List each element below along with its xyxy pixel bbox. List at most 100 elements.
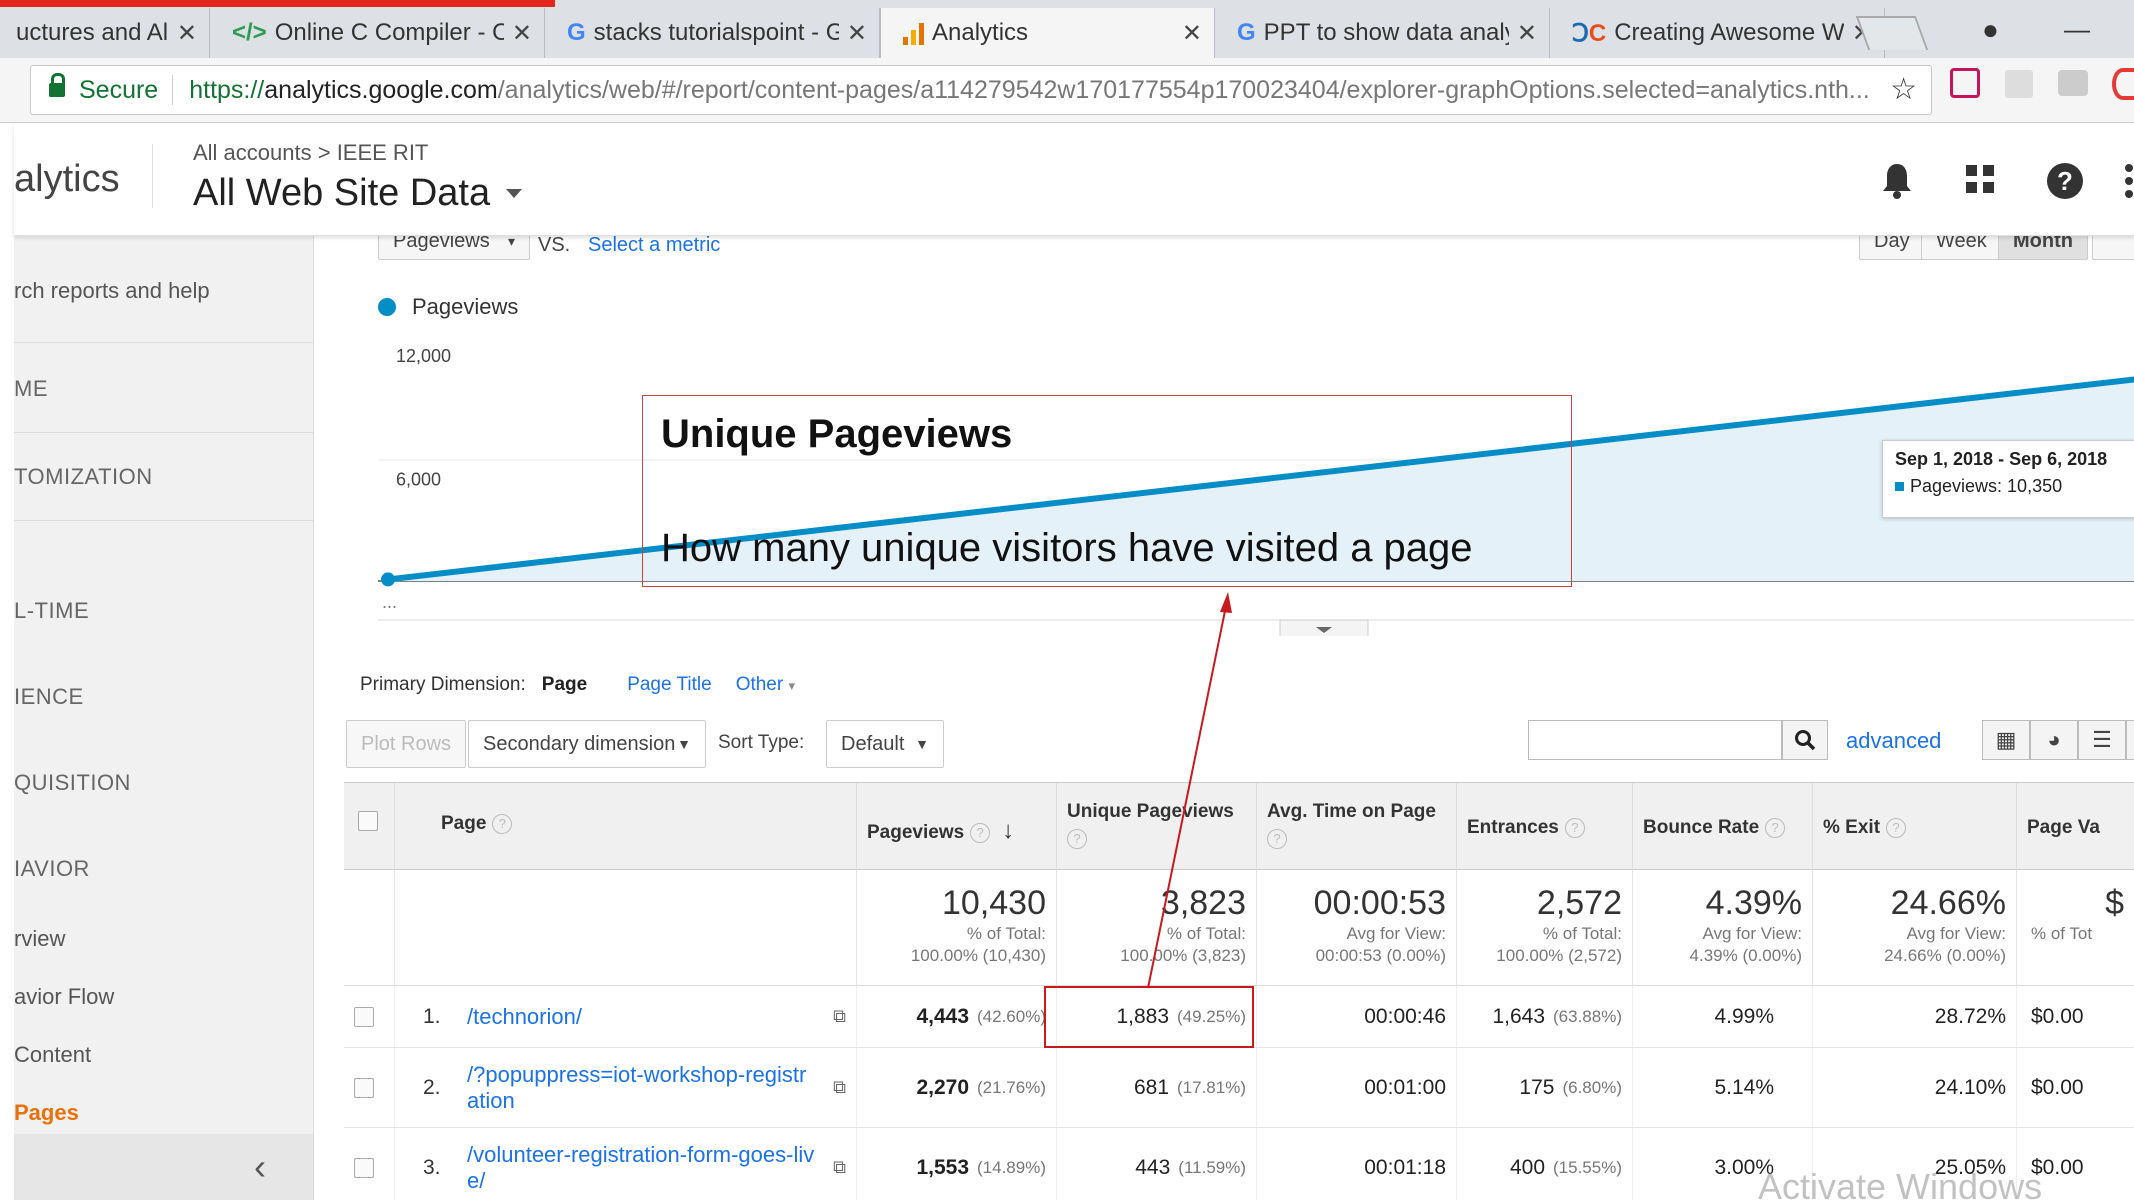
total-detail: 100.00% (10,430) [910,946,1046,965]
more-vert-icon[interactable] [2124,164,2134,207]
pie-view-icon[interactable]: ◕ [2030,720,2078,760]
sidebar-item-realtime[interactable]: L-TIME [14,598,313,624]
plot-rows-button[interactable]: Plot Rows [346,720,467,768]
activate-windows-watermark: Activate Windows [1758,1166,2043,1200]
row-checkbox[interactable] [344,1048,394,1127]
dimension-page-title[interactable]: Page Title [627,674,712,696]
sort-type-label: Sort Type: [718,732,805,753]
new-tab-button[interactable] [1855,16,1929,50]
page-link[interactable]: /volunteer-registration-form-goes-live/ [467,1142,815,1194]
checkbox[interactable] [354,1157,374,1178]
bookmark-star-icon[interactable]: ☆ [1890,72,1917,107]
checkbox[interactable] [354,1077,374,1098]
browser-tab-strip: uctures and Alg ✕ </> Online C Compiler … [0,0,2134,58]
sidebar-item-home[interactable]: ME [14,376,313,402]
pivot-view-icon[interactable]: ⊥ [2126,720,2134,760]
checkbox[interactable] [354,1006,374,1027]
address-bar[interactable]: Secure https:// analytics.google.com /an… [30,65,1932,115]
advanced-filter-link[interactable]: advanced [1846,728,1941,754]
tab-stacks-tutorialspoint[interactable]: G stacks tutorialspoint - G ✕ [545,8,880,58]
tab-analytics[interactable]: Analytics ✕ [880,8,1215,58]
sidebar-item-overview[interactable]: rview [14,926,313,952]
col-header-page-value[interactable]: Page Va [2016,783,2134,871]
sidebar-item-customization[interactable]: TOMIZATION [14,464,313,490]
sort-type-select[interactable]: Default ▼ [826,720,944,768]
close-icon[interactable]: ✕ [1517,19,1537,48]
printer-extension-icon[interactable] [2058,70,2088,96]
tab-label: Creating Awesome Web [1614,19,1844,46]
checkbox[interactable] [358,811,378,831]
cell-percent: (14.89%) [977,1157,1046,1177]
sidebar-collapse-button[interactable]: ‹ [14,1134,313,1200]
brand-name[interactable]: alytics [14,158,120,201]
sidebar-item-behavior[interactable]: IAVIOR [14,856,313,882]
tab-data-structures[interactable]: uctures and Alg ✕ [0,8,210,58]
help-icon: ? [1564,817,1585,838]
chevron-down-icon [506,189,523,198]
extension-icon[interactable] [2112,68,2134,100]
open-page-icon[interactable]: ⧉ [833,1157,846,1178]
tab-ppt-data-analytics[interactable]: G PPT to show data analyt ✕ [1215,8,1550,58]
tab-label: Analytics [932,19,1029,46]
close-icon[interactable]: ✕ [1182,19,1202,48]
cell-value: 400 [1509,1155,1546,1179]
performance-view-icon[interactable]: ☰ [2078,720,2126,760]
row-checkbox[interactable] [344,1128,394,1200]
col-header-page[interactable]: Page? [394,783,856,871]
dimension-other[interactable]: Other ▾ [736,674,795,696]
help-icon[interactable]: ? [2046,162,2084,209]
table-view-icon[interactable]: ▦ [1982,720,2030,760]
close-icon[interactable]: ✕ [512,19,532,48]
pocket-extension-icon[interactable] [1950,68,1980,98]
dc-logo-icon: ↃC [1572,19,1607,47]
col-header-unique-pageviews[interactable]: Unique Pageviews? [1056,783,1256,871]
row-checkbox[interactable] [344,986,394,1047]
table-row: 2. /?popuppress=iot-workshop-registratio… [344,1048,2134,1128]
page-link[interactable]: /technorion/ [467,1004,807,1030]
close-icon[interactable]: ✕ [847,19,867,48]
profile-icon[interactable]: ● [1982,14,1999,46]
sidebar-item-site-content[interactable]: Content [14,1042,313,1068]
tab-label: stacks tutorialspoint - G [593,19,839,46]
page-cell: 2. /?popuppress=iot-workshop-registratio… [394,1048,856,1127]
property-selector[interactable]: All Web Site Data [193,172,523,215]
cell-value: 28.72% [1934,1004,2006,1028]
total-detail: 24.66% (0.00%) [1884,946,2006,965]
apps-grid-icon[interactable] [1964,162,1996,204]
tab-online-c-compiler[interactable]: </> Online C Compiler - Onl ✕ [210,8,545,58]
bell-icon[interactable] [1880,162,1914,209]
sidebar-item-audience[interactable]: IENCE [14,684,313,710]
table-search-input[interactable] [1528,720,1782,760]
sidebar-item-acquisition[interactable]: QUISITION [14,770,313,796]
search-icon[interactable] [1782,720,1828,760]
url-protocol: https:// [189,75,265,104]
open-page-icon[interactable]: ⧉ [833,1006,846,1027]
dimension-page[interactable]: Page [542,674,587,696]
col-header-label: % Exit [1823,817,1881,838]
col-header-pageviews[interactable]: Pageviews? ↓ [856,783,1056,871]
sidebar-item-all-pages[interactable]: Pages [14,1100,313,1126]
sidebar-item-behavior-flow[interactable]: avior Flow [14,984,313,1010]
close-icon[interactable]: ✕ [177,19,197,48]
table-header: Page? Pageviews? ↓ Unique Pageviews? Avg.… [344,782,2134,871]
col-header-exit[interactable]: % Exit? [1812,783,2016,871]
secondary-dimension-select[interactable]: Secondary dimension ▼ [468,720,706,768]
col-header-entrances[interactable]: Entrances? [1456,783,1632,871]
breadcrumb[interactable]: All accounts > IEEE RIT [193,140,428,166]
total-value: 24.66% [1890,884,2006,922]
open-page-icon[interactable]: ⧉ [833,1077,846,1098]
search-reports-input[interactable]: rch reports and help [14,278,313,304]
tab-creating-awesome-web[interactable]: ↃC Creating Awesome Web ✕ [1550,8,1885,58]
row-index: 2. [423,1075,441,1099]
col-header-avg-time-on-page[interactable]: Avg. Time on Page? [1256,783,1456,871]
cell-avg-time: 00:01:18 [1256,1128,1456,1200]
minimize-icon[interactable]: — [2064,14,2090,45]
page-link[interactable]: /?popuppress=iot-workshop-registration [467,1062,815,1114]
select-all-checkbox[interactable] [344,783,394,871]
cell-pageviews: 1,553 (14.89%) [856,1128,1056,1200]
total-value: $ [2105,884,2124,922]
pdf-extension-icon[interactable] [2005,70,2033,98]
cell-value: 4,443 [916,1004,970,1028]
cell-exit: 28.72% [1812,986,2016,1047]
col-header-bounce-rate[interactable]: Bounce Rate? [1632,783,1812,871]
